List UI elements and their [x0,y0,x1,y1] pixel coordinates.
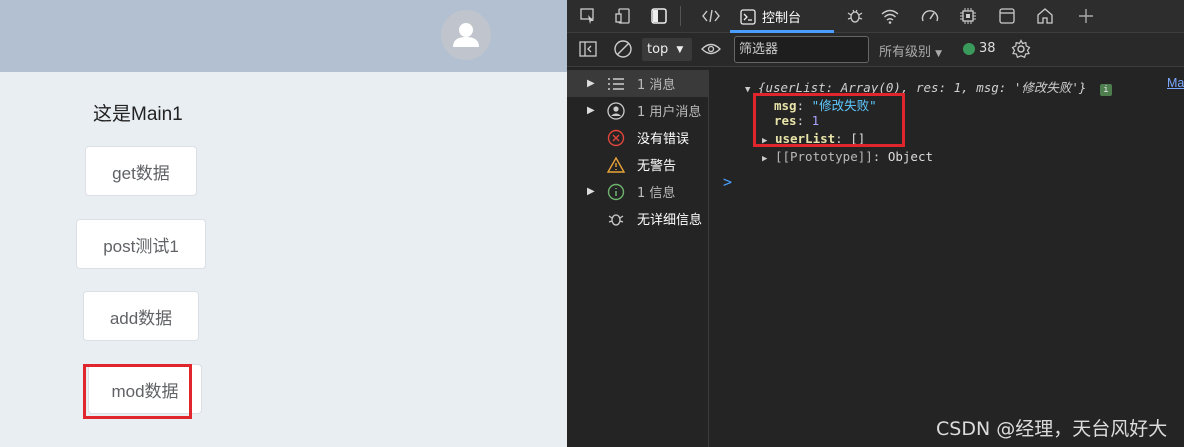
filter-input[interactable]: 筛选器 [734,36,869,63]
sidebar-item-label: 无警告 [637,159,677,174]
gear-icon[interactable] [1010,38,1032,60]
get-data-button[interactable]: get数据 [85,146,197,196]
home-icon[interactable] [1034,5,1056,27]
memory-icon[interactable] [957,5,979,27]
console-sidebar: ▶ 1 消息 ▶ 1 用户消息 没有错误 无警告 ▶ 1 信息 无详细信息 [567,70,709,447]
tab-console-label: 控制台 [762,11,802,26]
dropdown-arrow-icon: ▼ [935,49,943,59]
info-icon [607,183,625,201]
avatar[interactable] [441,10,491,60]
highlight-box [753,93,905,147]
eye-icon[interactable] [700,38,722,60]
sidebar-toggle-icon[interactable] [577,38,599,60]
message-count[interactable]: 38 [963,41,996,56]
application-icon[interactable] [996,5,1018,27]
sidebar-item-messages[interactable]: ▶ 1 消息 [567,70,709,97]
elements-icon[interactable] [700,5,722,27]
sidebar-item-label: 1 消息 [637,78,676,93]
context-value: top [647,42,669,57]
warning-icon [607,156,625,174]
performance-icon[interactable] [919,5,941,27]
prop-key: [[Prototype]] [774,149,873,164]
device-icon[interactable] [612,5,634,27]
console-toolbar: top ▼ 筛选器 所有级别 ▼ 38 [567,33,1184,67]
bug-icon[interactable] [844,5,866,27]
sidebar-item-warnings[interactable]: 无警告 [567,151,709,178]
error-icon [607,129,625,147]
context-select[interactable]: top ▼ [642,38,692,61]
dropdown-arrow-icon: ▼ [676,44,684,55]
console-output: ▼ {userList: Array(0), res: 1, msg: '修改失… [710,70,1184,447]
prop-value: Object [887,149,934,164]
devtools-panel: 控制台 top ▼ 筛选器 所有级别 ▼ 38 ▶ 1 消息 ▶ 1 用户消息 … [567,0,1184,447]
sidebar-item-info[interactable]: ▶ 1 信息 [567,178,709,205]
sidebar-item-label: 没有错误 [637,132,690,147]
sidebar-item-label: 无详细信息 [637,213,703,228]
sidebar-item-errors[interactable]: 没有错误 [567,124,709,151]
inspect-icon[interactable] [577,5,599,27]
expand-arrow-icon[interactable]: ▶ [587,186,595,197]
expand-arrow-icon[interactable]: ▶ [762,154,767,164]
watermark: CSDN @经理，天台风好大 [936,418,1168,440]
expand-arrow-icon[interactable]: ▼ [745,85,750,95]
add-data-button[interactable]: add数据 [83,291,199,341]
info-badge-icon: i [1099,84,1112,96]
sidebar-item-user-messages[interactable]: ▶ 1 用户消息 [567,97,709,124]
tab-console[interactable]: 控制台 [730,0,834,33]
dock-icon[interactable] [648,5,670,27]
source-link[interactable]: Mai [1167,76,1184,90]
console-prompt[interactable]: > [723,173,732,191]
wifi-icon[interactable] [879,5,901,27]
log-levels-label: 所有级别 [879,45,932,60]
sidebar-item-verbose[interactable]: 无详细信息 [567,205,709,232]
highlight-box [83,364,192,419]
page-title: 这是Main1 [93,104,183,125]
prop-prototype[interactable]: ▶ [[Prototype]]: Object [762,149,933,164]
sidebar-item-label: 1 用户消息 [637,105,702,120]
console-icon [740,8,756,25]
expand-arrow-icon[interactable]: ▶ [587,78,595,89]
message-icon [963,42,975,55]
sidebar-item-label: 1 信息 [637,186,676,201]
post-test-button[interactable]: post测试1 [76,219,206,269]
list-icon [607,75,625,93]
message-count-value: 38 [979,41,996,56]
app-header [0,0,567,72]
clear-console-icon[interactable] [612,38,634,60]
user-icon [453,23,479,47]
log-levels-select[interactable]: 所有级别 ▼ [879,41,942,60]
user-icon [607,101,625,120]
verbose-icon [607,210,625,228]
expand-arrow-icon[interactable]: ▶ [587,105,595,116]
devtools-tabbar: 控制台 [567,0,1184,33]
web-app: 这是Main1 get数据 post测试1 add数据 mod数据 [0,0,567,447]
add-tab-icon[interactable] [1075,5,1097,27]
